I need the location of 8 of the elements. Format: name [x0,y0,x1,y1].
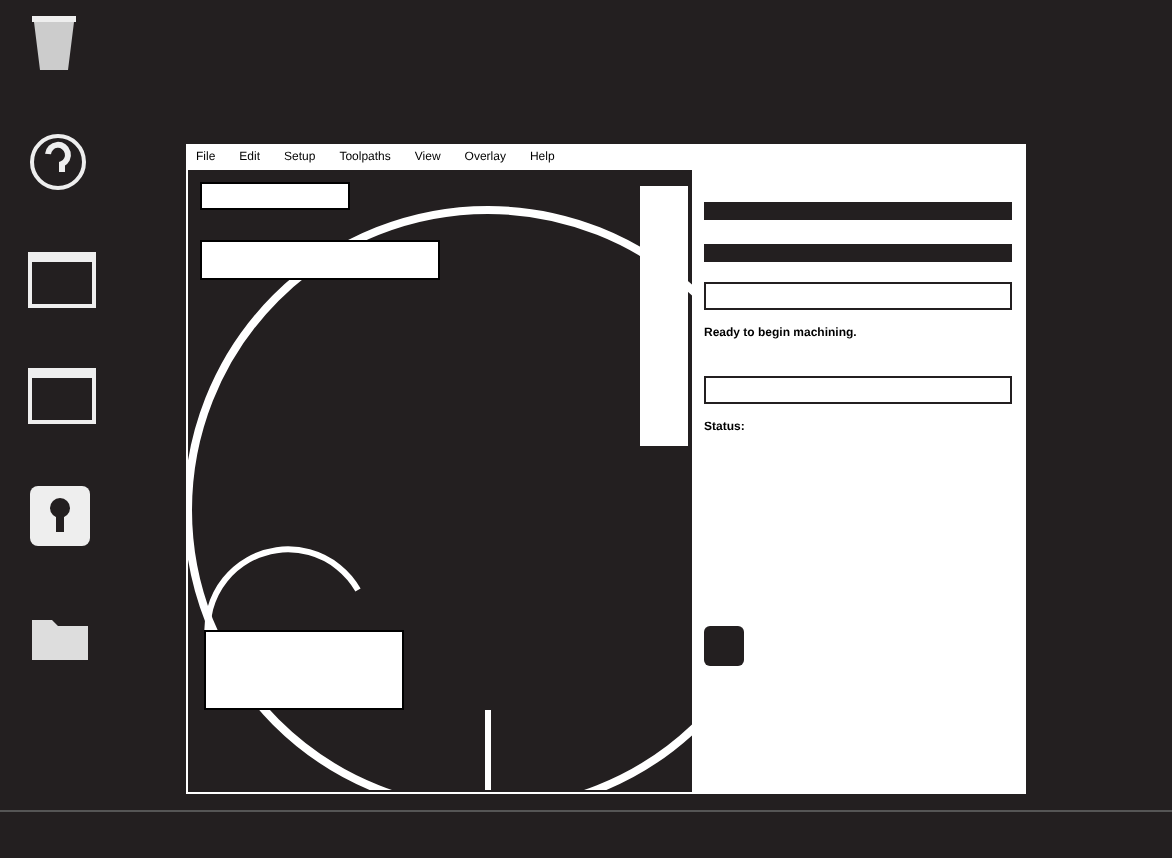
help-icon[interactable] [28,132,88,192]
position-field[interactable] [704,244,1012,262]
trash-icon[interactable] [28,12,80,72]
logo-icon [704,626,744,666]
app-icon[interactable] [28,484,92,548]
window-icon[interactable] [28,252,96,308]
window-icon[interactable] [28,368,96,424]
position-field[interactable] [704,202,1012,220]
